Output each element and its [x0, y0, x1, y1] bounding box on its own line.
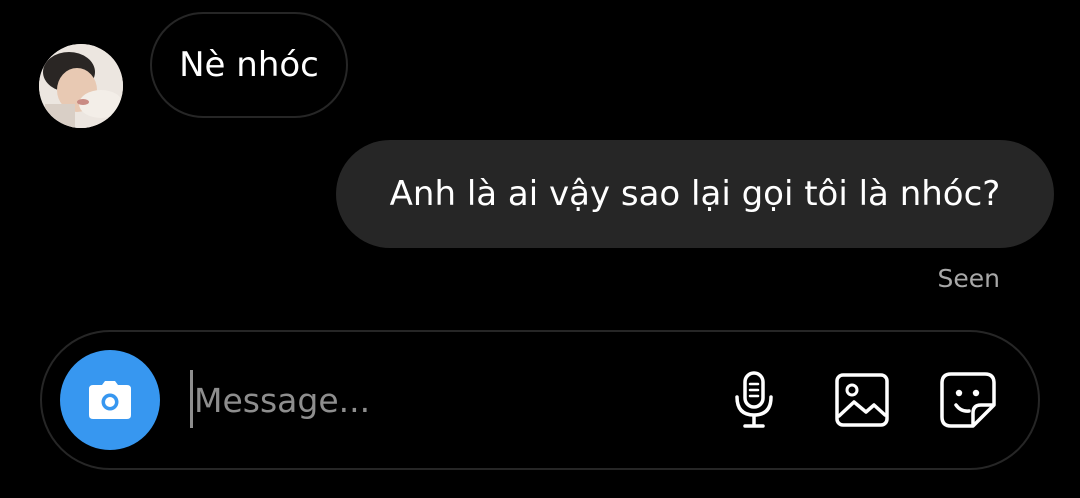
- outgoing-message-text: Anh là ai vậy sao lại gọi tôi là nhóc?: [389, 174, 1001, 214]
- gallery-button[interactable]: [830, 368, 894, 432]
- avatar-photo: [39, 44, 123, 128]
- avatar[interactable]: [39, 44, 123, 128]
- incoming-message-text: Nè nhóc: [179, 45, 319, 85]
- incoming-message-bubble[interactable]: Nè nhóc: [150, 12, 348, 118]
- outgoing-message-bubble[interactable]: Anh là ai vậy sao lại gọi tôi là nhóc?: [336, 140, 1054, 248]
- sticker-button[interactable]: [936, 368, 1000, 432]
- image-icon: [835, 373, 889, 427]
- message-input[interactable]: [194, 368, 714, 432]
- text-cursor: [190, 370, 193, 428]
- sticker-icon: [940, 372, 996, 428]
- camera-icon: [89, 381, 131, 419]
- message-composer: [40, 330, 1040, 470]
- voice-message-button[interactable]: [722, 368, 786, 432]
- microphone-icon: [735, 371, 773, 428]
- camera-button[interactable]: [60, 350, 160, 450]
- seen-status: Seen: [937, 264, 1000, 293]
